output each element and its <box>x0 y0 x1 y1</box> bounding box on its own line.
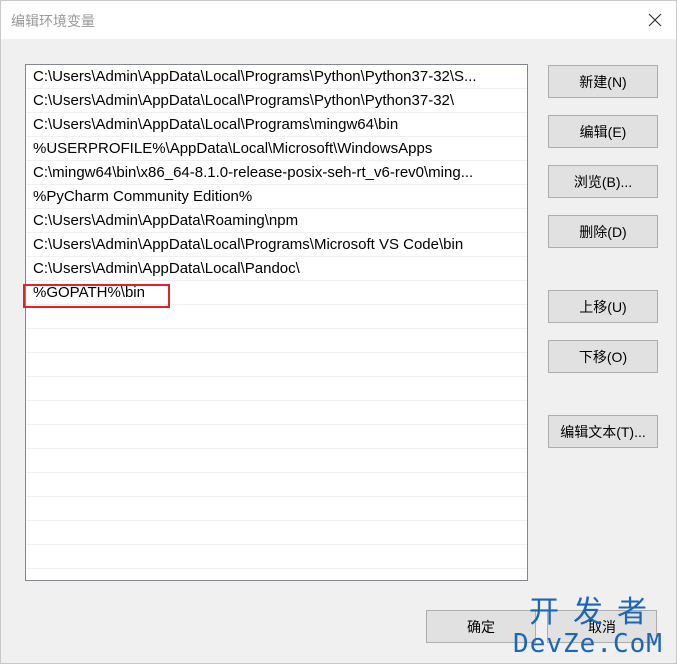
list-item[interactable]: C:\Users\Admin\AppData\Roaming\npm <box>26 209 527 233</box>
list-item-gopath[interactable]: %GOPATH%\bin <box>26 281 527 305</box>
list-item[interactable]: C:\Users\Admin\AppData\Local\Programs\mi… <box>26 113 527 137</box>
list-item-empty[interactable] <box>26 401 527 425</box>
list-item-empty[interactable] <box>26 521 527 545</box>
dialog-title: 编辑环境变量 <box>11 13 95 29</box>
move-down-button[interactable]: 下移(O) <box>548 340 658 373</box>
list-item[interactable]: C:\Users\Admin\AppData\Local\Programs\Mi… <box>26 233 527 257</box>
list-item-empty[interactable] <box>26 353 527 377</box>
list-item[interactable]: %USERPROFILE%\AppData\Local\Microsoft\Wi… <box>26 137 527 161</box>
list-item[interactable]: C:\Users\Admin\AppData\Local\Programs\Py… <box>26 65 527 89</box>
list-item[interactable]: C:\Users\Admin\AppData\Local\Pandoc\ <box>26 257 527 281</box>
edit-button[interactable]: 编辑(E) <box>548 115 658 148</box>
delete-button[interactable]: 删除(D) <box>548 215 658 248</box>
list-item-empty[interactable] <box>26 473 527 497</box>
list-item-empty[interactable] <box>26 449 527 473</box>
close-button[interactable] <box>642 7 668 33</box>
list-item-empty[interactable] <box>26 377 527 401</box>
list-item[interactable]: C:\mingw64\bin\x86_64-8.1.0-release-posi… <box>26 161 527 185</box>
title-bar: 编辑环境变量 <box>1 1 676 39</box>
close-icon <box>648 13 662 27</box>
list-item[interactable]: %PyCharm Community Edition% <box>26 185 527 209</box>
path-list[interactable]: C:\Users\Admin\AppData\Local\Programs\Py… <box>25 64 528 581</box>
list-item-empty[interactable] <box>26 305 527 329</box>
new-button[interactable]: 新建(N) <box>548 65 658 98</box>
list-item[interactable]: C:\Users\Admin\AppData\Local\Programs\Py… <box>26 89 527 113</box>
browse-button[interactable]: 浏览(B)... <box>548 165 658 198</box>
move-up-button[interactable]: 上移(U) <box>548 290 658 323</box>
ok-button[interactable]: 确定 <box>426 610 536 643</box>
cancel-button[interactable]: 取消 <box>547 610 657 643</box>
list-item-empty[interactable] <box>26 329 527 353</box>
edit-env-var-dialog: 编辑环境变量 C:\Users\Admin\AppData\Local\Prog… <box>0 0 677 664</box>
edit-text-button[interactable]: 编辑文本(T)... <box>548 415 658 448</box>
list-item-empty[interactable] <box>26 497 527 521</box>
list-item-empty[interactable] <box>26 425 527 449</box>
list-item-empty[interactable] <box>26 545 527 569</box>
